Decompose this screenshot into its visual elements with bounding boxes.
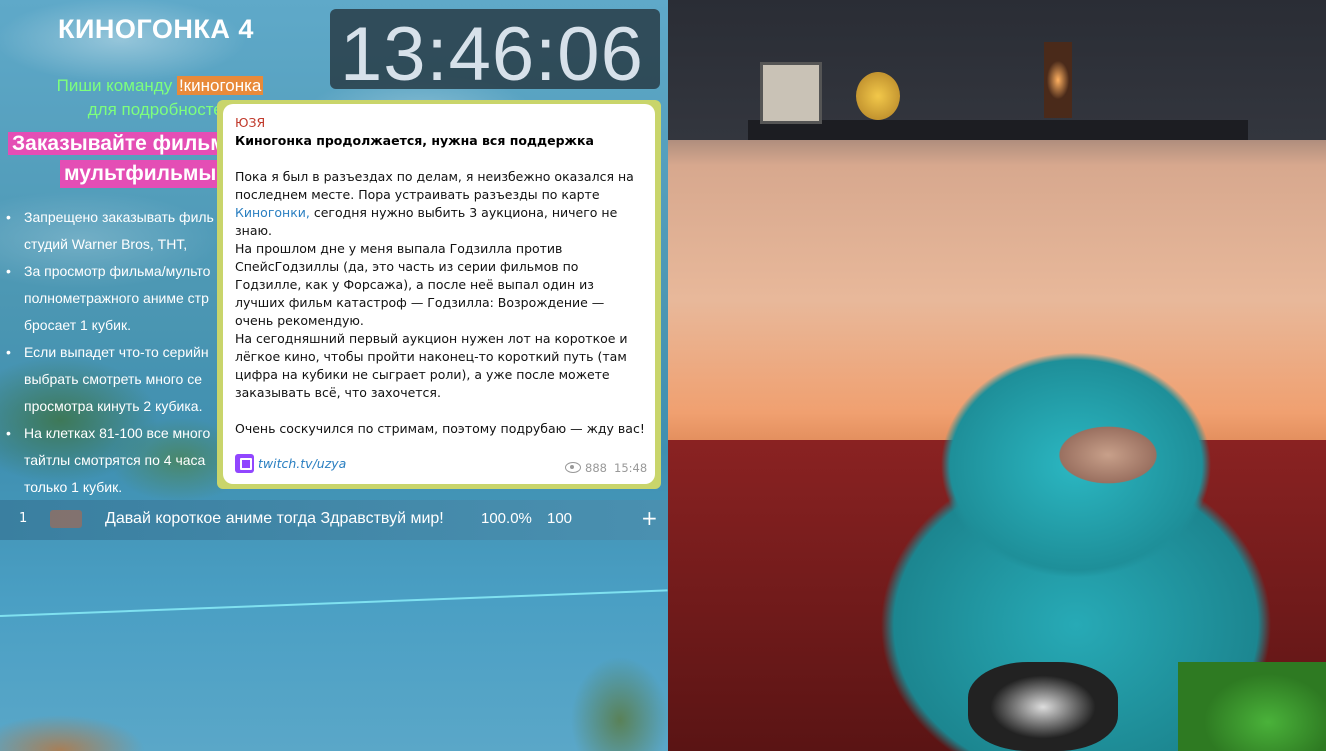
command-keyword: !киногонка bbox=[176, 76, 264, 95]
clock-panel: 13:46:06 bbox=[330, 9, 660, 97]
rule-item: Если выпадет что-то серийн выбрать смотр… bbox=[6, 339, 246, 420]
command-suffix: для подробностей bbox=[87, 100, 233, 119]
post-paragraph-3: На сегодняшний первый аукцион нужен лот … bbox=[235, 331, 628, 400]
overlay-title: КИНОГОНКА 4 bbox=[58, 14, 254, 44]
ticker-percent: 100.0% bbox=[481, 510, 532, 527]
streamer-face bbox=[1048, 420, 1168, 490]
webcam-view bbox=[668, 0, 1326, 751]
rule-item: На клетках 81-100 все много тайтлы смотр… bbox=[6, 420, 246, 501]
post-headline: Киногонка продолжается, нужна вся поддер… bbox=[235, 133, 594, 148]
post-paragraph-4: Очень соскучился по стримам, поэтому под… bbox=[235, 421, 645, 436]
post-paragraph-2: На прошлом дне у меня выпала Годзилла пр… bbox=[235, 241, 605, 328]
ticker-badge bbox=[50, 510, 82, 528]
post-views: 888 bbox=[585, 461, 607, 475]
command-prefix: Пиши команду bbox=[56, 76, 173, 95]
microphone bbox=[968, 662, 1118, 751]
shelf-board bbox=[748, 120, 1248, 140]
ticker-index: 1 bbox=[19, 511, 28, 526]
kinogonka-link[interactable]: Киногонки, bbox=[235, 205, 310, 220]
duck-figure bbox=[856, 72, 900, 120]
paragraph-1-text-a: Пока я был в разъездах по делам, я неизб… bbox=[235, 169, 634, 202]
lamp bbox=[1044, 42, 1072, 118]
channel-name[interactable]: ЮЗЯ bbox=[235, 115, 265, 130]
ticker-count: 100 bbox=[547, 510, 573, 527]
post-paragraph-1: Пока я был в разъездах по делам, я неизб… bbox=[235, 168, 645, 240]
game-trees bbox=[0, 690, 200, 751]
auction-ticker: 1 Давай короткое аниме тогда Здравствуй … bbox=[0, 500, 668, 540]
rule-item: За просмотр фильма/мульто полнометражног… bbox=[6, 258, 246, 339]
clock-time: 13:46:06 bbox=[340, 12, 644, 97]
twitch-icon[interactable] bbox=[235, 454, 254, 473]
twitch-link[interactable]: twitch.tv/uzya bbox=[258, 456, 346, 471]
rule-item: Запрещено заказывать филь от студий Warn… bbox=[6, 204, 246, 258]
post-time: 15:48 bbox=[614, 461, 648, 475]
eye-icon bbox=[565, 462, 581, 473]
rules-list: Запрещено заказывать филь от студий Warn… bbox=[6, 204, 246, 501]
picture-frame bbox=[760, 62, 822, 124]
ticker-text: Давай короткое аниме тогда Здравствуй ми… bbox=[105, 510, 444, 527]
add-icon[interactable]: + bbox=[641, 506, 658, 530]
plush-toy bbox=[1178, 662, 1326, 751]
game-island bbox=[560, 600, 668, 751]
telegram-post: ЮЗЯ Киногонка продолжается, нужна вся по… bbox=[223, 104, 655, 484]
